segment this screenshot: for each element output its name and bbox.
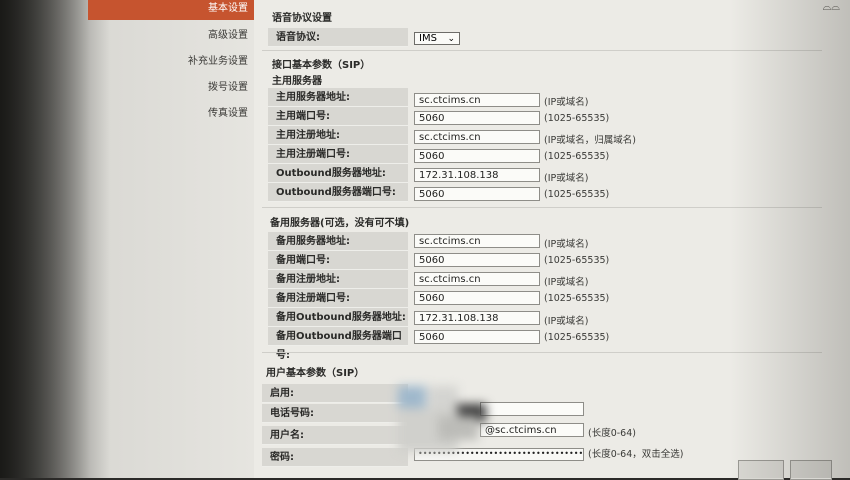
action-button[interactable] — [738, 460, 784, 480]
primary-register-port-input[interactable]: 5060 — [414, 149, 540, 163]
username-label: 用户名: — [262, 426, 408, 445]
nav-item-advanced-settings[interactable]: 高级设置 — [160, 26, 254, 46]
section-divider — [262, 50, 822, 51]
outbound-server-address-label: Outbound服务器地址: — [268, 164, 408, 183]
main-panel: ⌓⌓ 语音协议设置 语音协议: IMS ⌄ 接口基本参数（SIP） 主用服务器 … — [254, 0, 850, 480]
outbound-server-port-label: Outbound服务器端口号: — [268, 183, 408, 202]
backup-register-address-hint: (IP或域名) — [544, 277, 589, 288]
backup-register-port-label: 备用注册端口号: — [268, 289, 408, 308]
username-input[interactable]: @sc.ctcims.cn — [480, 423, 584, 437]
redacted-area — [398, 386, 490, 452]
primary-port-input[interactable]: 5060 — [414, 111, 540, 125]
backup-register-port-input[interactable]: 5060 — [414, 291, 540, 305]
primary-server-address-hint: (IP或域名) — [544, 97, 589, 108]
phone-number-input[interactable] — [480, 402, 584, 416]
backup-register-address-label: 备用注册地址: — [268, 270, 408, 289]
outbound-server-port-hint: (1025-65535) — [544, 189, 610, 200]
voice-protocol-select[interactable]: IMS ⌄ — [414, 32, 460, 45]
voice-section-title: 语音协议设置 — [272, 13, 332, 24]
password-hint: (长度0-64，双击全选) — [588, 449, 684, 460]
backup-server-address-label: 备用服务器地址: — [268, 232, 408, 251]
username-hint: (长度0-64) — [588, 428, 636, 439]
backup-outbound-port-input[interactable]: 5060 — [414, 330, 540, 344]
password-label: 密码: — [262, 448, 408, 467]
primary-register-address-label: 主用注册地址: — [268, 126, 408, 145]
primary-port-hint: (1025-65535) — [544, 113, 610, 124]
nav-item-supplementary-services[interactable]: 补充业务设置 — [160, 52, 254, 72]
primary-server-title: 主用服务器 — [272, 76, 322, 87]
backup-outbound-address-input[interactable]: 172.31.108.138 — [414, 311, 540, 325]
backup-register-address-input[interactable]: sc.ctcims.cn — [414, 272, 540, 286]
nav-item-dial-settings[interactable]: 拨号设置 — [160, 78, 254, 98]
voice-protocol-label: 语音协议: — [268, 28, 408, 47]
outbound-server-address-hint: (IP或域名) — [544, 173, 589, 184]
backup-port-input[interactable]: 5060 — [414, 253, 540, 267]
backup-outbound-address-label: 备用Outbound服务器地址: — [268, 308, 408, 327]
section-divider — [262, 207, 822, 208]
backup-port-hint: (1025-65535) — [544, 255, 610, 266]
nav-item-fax-settings[interactable]: 传真设置 — [160, 104, 254, 124]
primary-register-port-label: 主用注册端口号: — [268, 145, 408, 164]
left-navigation: 基本设置 高级设置 补充业务设置 拨号设置 传真设置 — [0, 0, 254, 478]
outbound-server-port-input[interactable]: 5060 — [414, 187, 540, 201]
backup-server-address-hint: (IP或域名) — [544, 239, 589, 250]
screen-vignette — [730, 0, 850, 478]
voice-protocol-value: IMS — [419, 33, 437, 44]
chevron-down-icon: ⌄ — [447, 34, 455, 44]
glasses-icon: ⌓⌓ — [822, 0, 840, 13]
backup-server-title: 备用服务器(可选，没有可不填) — [270, 218, 410, 229]
nav-shadow — [0, 0, 110, 478]
primary-register-port-hint: (1025-65535) — [544, 151, 610, 162]
nav-item-basic-settings[interactable]: 基本设置 — [88, 0, 254, 20]
backup-outbound-port-label: 备用Outbound服务器端口号: — [268, 327, 408, 361]
backup-server-address-input[interactable]: sc.ctcims.cn — [414, 234, 540, 248]
primary-register-address-input[interactable]: sc.ctcims.cn — [414, 130, 540, 144]
section-divider — [262, 352, 822, 353]
primary-server-address-label: 主用服务器地址: — [268, 88, 408, 107]
primary-port-label: 主用端口号: — [268, 107, 408, 126]
user-section-title: 用户基本参数（SIP） — [266, 368, 365, 379]
enable-label: 启用: — [262, 384, 408, 403]
backup-outbound-port-hint: (1025-65535) — [544, 332, 610, 343]
backup-outbound-address-hint: (IP或域名) — [544, 316, 589, 327]
backup-port-label: 备用端口号: — [268, 251, 408, 270]
action-button[interactable] — [790, 460, 832, 480]
primary-server-address-input[interactable]: sc.ctcims.cn — [414, 93, 540, 107]
backup-register-port-hint: (1025-65535) — [544, 293, 610, 304]
primary-register-address-hint: (IP或域名，归属域名) — [544, 135, 636, 146]
outbound-server-address-input[interactable]: 172.31.108.138 — [414, 168, 540, 182]
phone-number-label: 电话号码: — [262, 404, 408, 423]
interface-section-title: 接口基本参数（SIP） — [272, 60, 371, 71]
